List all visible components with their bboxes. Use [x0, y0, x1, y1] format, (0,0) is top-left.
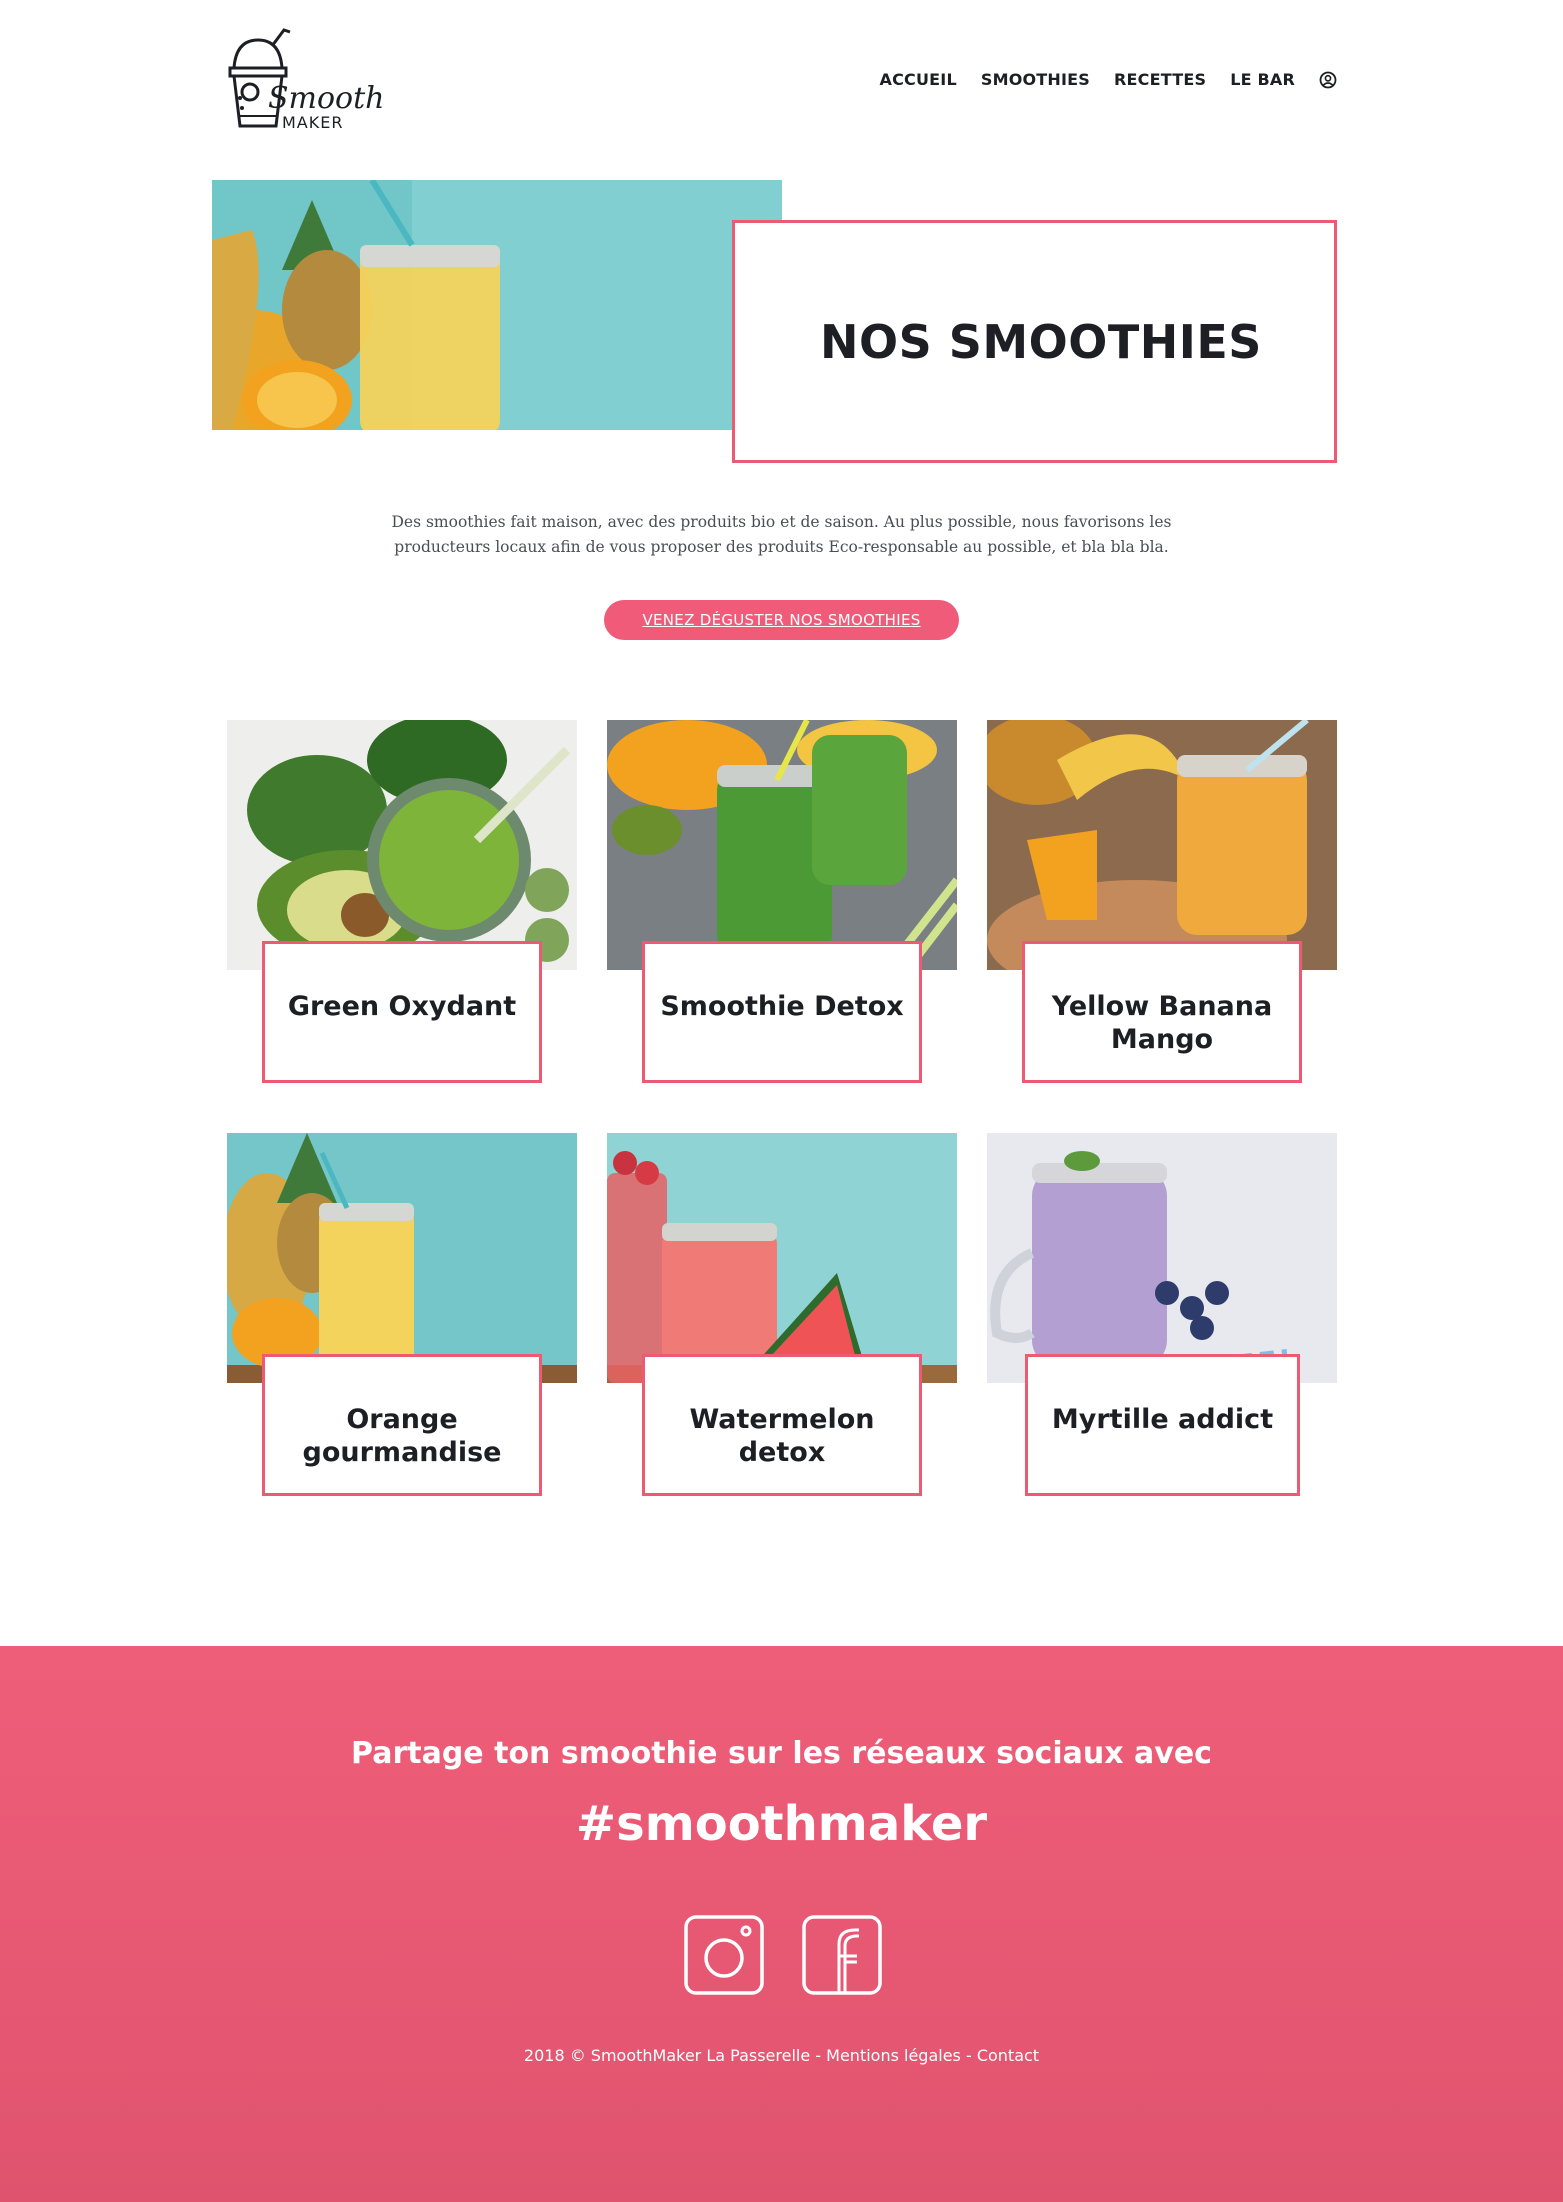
- nav-item-le-bar[interactable]: LE BAR: [1230, 70, 1295, 89]
- smoothie-image: [987, 720, 1337, 970]
- smoothie-name: Green Oxydant: [287, 991, 517, 1022]
- nav-item-accueil[interactable]: ACCUEIL: [880, 70, 957, 89]
- page-title: NOS SMOOTHIES: [820, 314, 1262, 369]
- footer-copyright: 2018 © SmoothMaker La Passerelle - Menti…: [523, 2046, 1040, 2065]
- intro-text: Des smoothies fait maison, avec des prod…: [391, 513, 1172, 556]
- footer-hashtag: #smoothmaker: [575, 1796, 988, 1852]
- smoothie-label: Yellow Banana Mango: [1022, 941, 1302, 1083]
- smoothie-card[interactable]: Watermelon detox: [607, 1133, 957, 1503]
- user-account-icon[interactable]: [1319, 71, 1337, 89]
- nav-item-recettes[interactable]: RECETTES: [1114, 70, 1206, 89]
- smoothie-cup-icon: Smooth MAKER: [228, 28, 385, 132]
- smoothie-image: [607, 720, 957, 970]
- smoothie-label: Watermelon detox: [642, 1354, 922, 1496]
- smoothie-card[interactable]: Myrtille addict: [987, 1133, 1337, 1503]
- svg-text:Smooth: Smooth: [268, 81, 385, 116]
- main-nav: ACCUEIL SMOOTHIES RECETTES LE BAR: [880, 70, 1337, 89]
- smoothie-card[interactable]: Orange gourmandise: [227, 1133, 577, 1503]
- smoothie-image: [987, 1133, 1337, 1383]
- smoothie-image: [227, 1133, 577, 1383]
- smoothie-name: Orange gourmandise: [302, 1404, 502, 1468]
- hero-image: [212, 180, 782, 430]
- smoothie-name: Myrtille addict: [1051, 1404, 1274, 1435]
- smoothie-card[interactable]: Green Oxydant: [227, 720, 577, 1090]
- smoothie-image: [607, 1133, 957, 1383]
- instagram-icon[interactable]: [683, 1914, 765, 1996]
- footer-headline: Partage ton smoothie sur les réseaux soc…: [351, 1736, 1212, 1771]
- smoothie-image: [227, 720, 577, 970]
- smoothie-label: Myrtille addict: [1025, 1354, 1300, 1496]
- smoothie-name: Watermelon detox: [689, 1404, 875, 1468]
- social-links: [683, 1914, 883, 1996]
- smoothie-label: Orange gourmandise: [262, 1354, 542, 1496]
- cta-button[interactable]: VENEZ DÉGUSTER NOS SMOOTHIES: [604, 600, 959, 640]
- footer: Partage ton smoothie sur les réseaux soc…: [0, 1646, 1563, 2202]
- smoothie-label: Green Oxydant: [262, 941, 542, 1083]
- hero-title-box: NOS SMOOTHIES: [732, 220, 1337, 463]
- nav-item-smoothies[interactable]: SMOOTHIES: [981, 70, 1090, 89]
- smoothie-name: Yellow Banana Mango: [1051, 991, 1273, 1055]
- smoothie-name: Smoothie Detox: [660, 991, 904, 1022]
- smoothie-label: Smoothie Detox: [642, 941, 922, 1083]
- facebook-icon[interactable]: [801, 1914, 883, 1996]
- svg-text:MAKER: MAKER: [282, 113, 343, 132]
- smoothie-card[interactable]: Yellow Banana Mango: [987, 720, 1337, 1090]
- smoothie-card[interactable]: Smoothie Detox: [607, 720, 957, 1090]
- brand-logo[interactable]: Smooth MAKER: [224, 26, 394, 134]
